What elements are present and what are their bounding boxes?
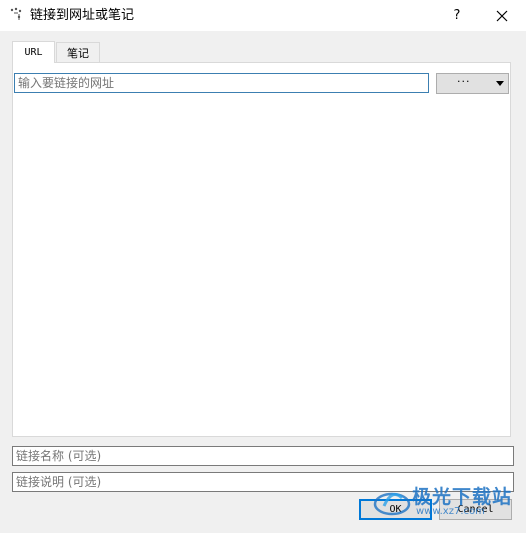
help-button[interactable]: ? (442, 0, 472, 31)
tab-url[interactable]: URL (12, 41, 55, 63)
tab-panel (12, 62, 511, 437)
url-input[interactable] (14, 73, 429, 93)
dialog-window: 链接到网址或笔记 ? URL 笔记 ··· OK Cancel 极光下载站 ww… (0, 0, 526, 533)
title-bar: 链接到网址或笔记 ? (0, 0, 526, 31)
close-icon (496, 10, 508, 21)
ok-button[interactable]: OK (359, 499, 432, 520)
window-title: 链接到网址或笔记 (30, 8, 135, 23)
close-button[interactable] (485, 0, 519, 31)
more-options-label: ··· (457, 75, 471, 88)
link-description-field[interactable] (12, 472, 514, 492)
dropdown-arrow-icon (496, 81, 504, 86)
url-options-dropdown[interactable]: ··· (436, 73, 509, 94)
tab-note[interactable]: 笔记 (56, 42, 100, 62)
link-dots-icon (10, 7, 22, 20)
cancel-button[interactable]: Cancel (439, 499, 512, 520)
link-name-field[interactable] (12, 446, 514, 466)
